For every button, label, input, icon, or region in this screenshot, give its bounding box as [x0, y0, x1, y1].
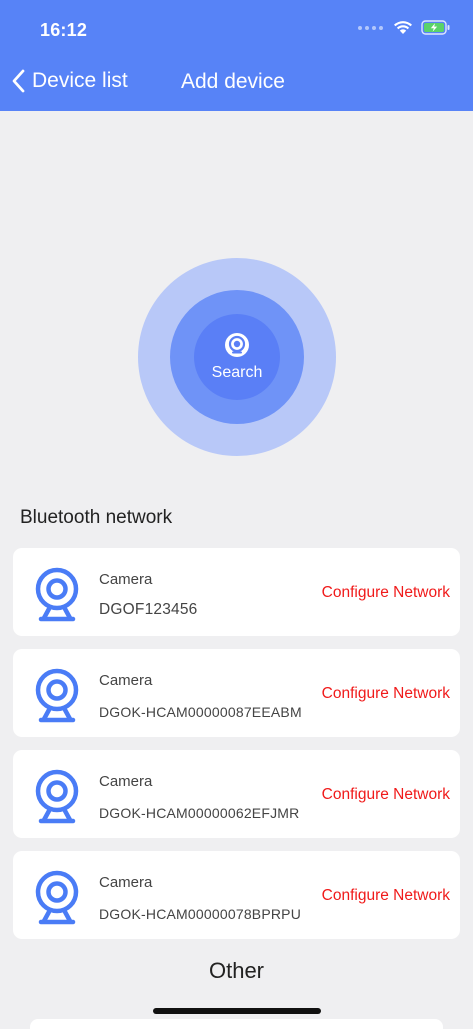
status-icons: [358, 20, 451, 35]
device-card[interactable]: Camera DGOK-HCAM00000078BPRPU Configure …: [13, 851, 460, 939]
device-id: DGOK-HCAM00000087EEABM: [99, 704, 302, 720]
chevron-left-icon: [12, 69, 25, 93]
webcam-icon: [35, 668, 79, 723]
webcam-icon: [35, 567, 79, 622]
device-id: DGOK-HCAM00000062EFJMR: [99, 805, 300, 821]
nav-bar: Device list Add device: [0, 62, 473, 106]
radar-middle-ring: Search: [170, 290, 304, 424]
device-name: Camera: [99, 773, 153, 790]
back-button[interactable]: Device list: [10, 68, 128, 94]
device-name: Camera: [99, 571, 153, 588]
cellular-signal-icon: [358, 25, 383, 30]
configure-network-link[interactable]: Configure Network: [322, 887, 450, 905]
search-button[interactable]: Search: [194, 314, 280, 400]
device-name: Camera: [99, 672, 153, 689]
configure-network-link[interactable]: Configure Network: [322, 786, 450, 804]
webcam-icon: [35, 769, 79, 824]
header: 16:12 Device list Add device: [0, 0, 473, 111]
wifi-icon: [394, 21, 412, 34]
device-name: Camera: [99, 874, 153, 891]
device-card[interactable]: Camera DGOF123456 Configure Network: [13, 548, 460, 636]
bluetooth-device-list: Camera DGOF123456 Configure Network Came…: [13, 548, 460, 952]
section-title-bluetooth: Bluetooth network: [20, 507, 173, 528]
status-time: 16:12: [40, 20, 88, 40]
camera-icon: [225, 333, 249, 357]
back-label: Device list: [32, 69, 128, 92]
page-title: Add device: [181, 70, 285, 93]
radar-outer-ring: Search: [138, 258, 336, 456]
battery-charging-icon: [421, 20, 450, 35]
search-label: Search: [211, 364, 263, 381]
device-id: DGOK-HCAM00000078BPRPU: [99, 906, 302, 922]
device-card[interactable]: Camera DGOK-HCAM00000062EFJMR Configure …: [13, 750, 460, 838]
other-list-card: [30, 1019, 443, 1029]
home-indicator[interactable]: [153, 1008, 321, 1014]
webcam-icon: [35, 870, 79, 925]
device-id: DGOF123456: [99, 601, 198, 618]
configure-network-link[interactable]: Configure Network: [322, 584, 450, 602]
device-card[interactable]: Camera DGOK-HCAM00000087EEABM Configure …: [13, 649, 460, 737]
section-title-other: Other: [208, 958, 265, 983]
configure-network-link[interactable]: Configure Network: [322, 685, 450, 703]
